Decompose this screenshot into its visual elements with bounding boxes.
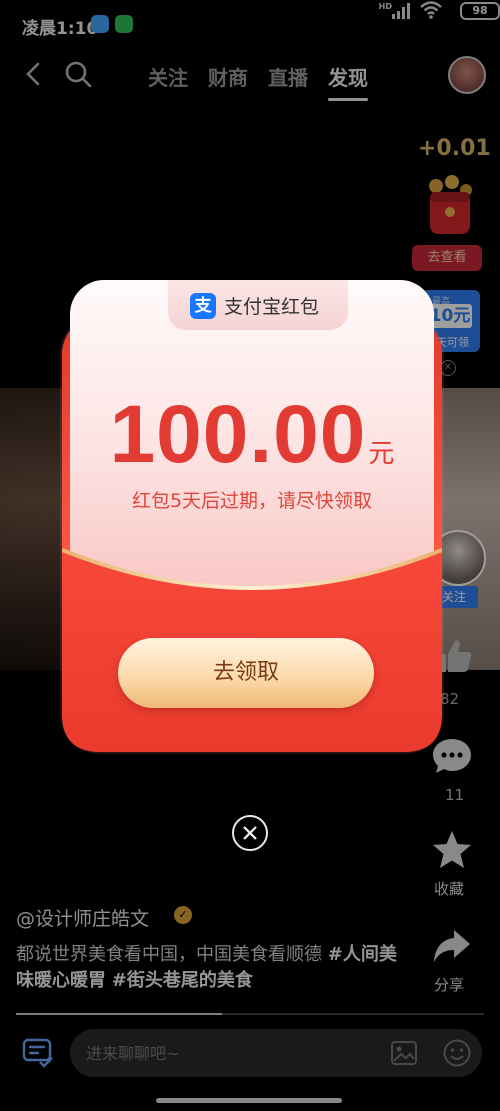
amount-value: 100.00 bbox=[109, 389, 367, 480]
expiry-notice: 红包5天后过期，请尽快领取 bbox=[131, 490, 373, 512]
amount-display: 100.00元 bbox=[70, 388, 434, 482]
brand-label: 支付宝红包 bbox=[224, 296, 320, 318]
alipay-icon: 支 bbox=[190, 293, 216, 319]
claim-button[interactable]: 去领取 bbox=[118, 638, 374, 708]
close-icon[interactable] bbox=[232, 815, 268, 851]
amount-unit: 元 bbox=[368, 439, 395, 469]
red-packet-dialog: 支 支付宝红包 100.00元 红包5天后过期，请尽快领取 去领取 bbox=[62, 280, 442, 752]
brand-header: 支 支付宝红包 bbox=[168, 280, 348, 330]
